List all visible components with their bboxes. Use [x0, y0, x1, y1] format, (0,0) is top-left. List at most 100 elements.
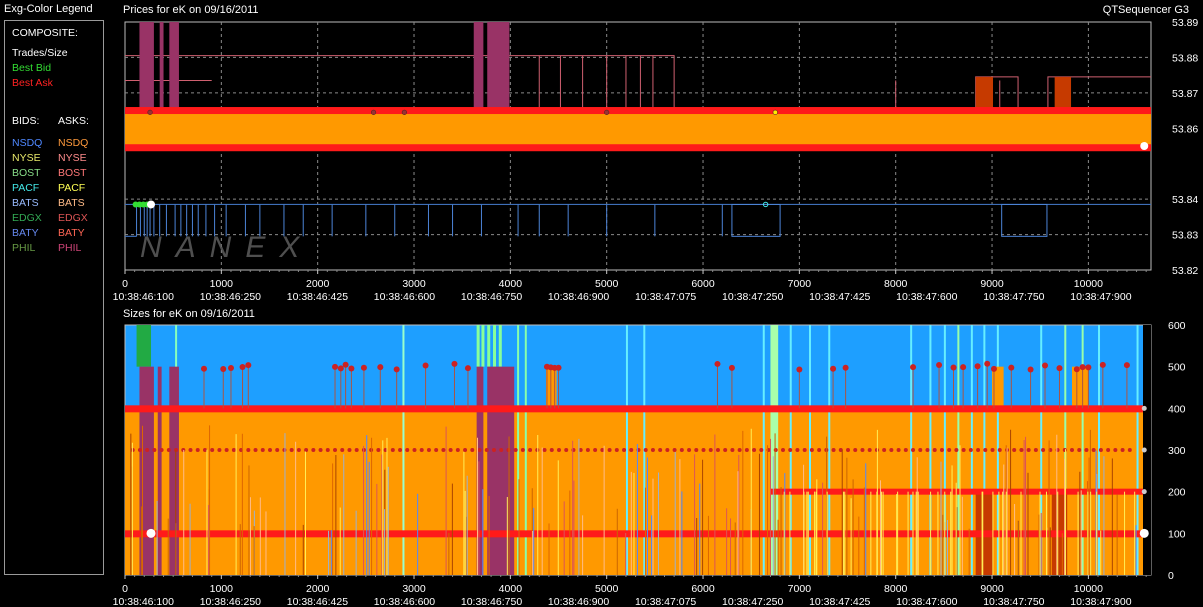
size-time-label: 10:38:46:600 — [374, 596, 435, 607]
size-dot — [831, 448, 836, 452]
lollipop-head — [360, 364, 367, 371]
size-dot — [217, 448, 222, 452]
size-dot — [455, 448, 460, 452]
size-dot — [903, 448, 908, 452]
size-dot — [672, 448, 677, 452]
size-y-tick-label: 0 — [1168, 570, 1174, 582]
price-time-label: 10:38:46:425 — [287, 291, 348, 303]
lollipop-head — [332, 363, 339, 370]
lollipop-head — [728, 364, 735, 371]
size-dot — [650, 448, 655, 452]
price-y-tick-label: 53.84 — [1172, 194, 1198, 206]
trade-size-bar — [157, 366, 162, 575]
size-dot — [976, 448, 981, 452]
size-dot — [658, 448, 663, 452]
size-dot — [809, 448, 814, 452]
size-vertical-line — [625, 325, 628, 575]
size-dot — [152, 448, 157, 452]
size-dot — [889, 448, 894, 452]
size-dot — [557, 448, 562, 452]
size-dot — [1055, 448, 1060, 452]
size-dot — [968, 448, 973, 452]
bid-size-bar — [136, 325, 152, 367]
size-dot — [195, 448, 200, 452]
lollipop-head — [974, 363, 981, 370]
lollipop-head — [464, 365, 471, 372]
size-dot — [398, 448, 403, 452]
lollipop-head — [227, 365, 234, 372]
lollipop-head — [714, 360, 721, 367]
lollipop-head — [377, 364, 384, 371]
size-y-tick-label: 600 — [1168, 320, 1186, 332]
size-x-tick-label: 0 — [122, 583, 128, 595]
price-x-tick-label: 6000 — [691, 278, 715, 290]
size-dot — [622, 448, 627, 452]
size-dot — [289, 448, 294, 452]
lollipop-head — [1073, 366, 1080, 373]
size-dot — [333, 448, 338, 452]
price-y-tick-label: 53.82 — [1172, 265, 1198, 277]
size-dot — [607, 448, 612, 452]
size-dot — [708, 448, 713, 452]
trade-dot — [1141, 447, 1147, 453]
size-x-tick-label: 1000 — [210, 583, 234, 595]
size-dot — [1084, 448, 1089, 452]
trade-dot — [147, 200, 156, 209]
size-time-label: 10:38:46:750 — [461, 596, 522, 607]
size-dot — [954, 448, 959, 452]
size-dot — [137, 448, 142, 452]
size-dot — [520, 448, 525, 452]
size-dot — [499, 448, 504, 452]
bid-size-bar — [493, 325, 497, 367]
lollipop-head — [960, 364, 967, 371]
ask-quote-marker — [370, 109, 377, 115]
size-time-label: 10:38:47:250 — [722, 596, 783, 607]
trade-size-bar — [169, 366, 179, 575]
size-dot — [405, 448, 410, 452]
size-dot — [188, 448, 193, 452]
size-dot — [593, 448, 598, 452]
price-time-label: 10:38:46:250 — [200, 291, 261, 303]
price-x-tick-label: 0 — [122, 278, 128, 290]
size-vertical-line — [1081, 325, 1084, 575]
size-dot — [304, 448, 309, 452]
size-dot — [788, 448, 793, 452]
trade-dot — [1141, 405, 1147, 411]
spread-band — [125, 108, 1151, 146]
size-dot — [1070, 448, 1075, 452]
ask-quote-marker — [772, 109, 778, 115]
price-time-label: 10:38:47:750 — [983, 291, 1044, 303]
lollipop-head — [422, 362, 429, 369]
size-dot — [1106, 448, 1111, 452]
size-dot — [752, 448, 757, 452]
size-dot — [448, 448, 453, 452]
price-time-label: 10:38:46:600 — [374, 291, 435, 303]
size-dot — [853, 448, 858, 452]
trade-bar — [169, 22, 179, 109]
size-dot — [260, 448, 265, 452]
size-dot — [780, 448, 785, 452]
size-dot — [925, 448, 930, 452]
size-dot — [961, 448, 966, 452]
size-dot — [202, 448, 207, 452]
size-dot — [723, 448, 728, 452]
size-dot — [846, 448, 851, 452]
bid-size-bar — [498, 325, 502, 367]
trade-bar — [487, 22, 510, 109]
size-dot — [1062, 448, 1067, 452]
best-bid-line — [125, 144, 1151, 152]
lollipop-head — [1085, 364, 1092, 371]
size-x-tick-label: 7000 — [788, 583, 812, 595]
size-dot — [817, 448, 822, 452]
size-dot — [701, 448, 706, 452]
lollipop-head — [1042, 362, 1049, 369]
size-dot — [939, 448, 944, 452]
size-dot — [1120, 448, 1125, 452]
size-dot — [1033, 448, 1038, 452]
size-dot — [1098, 448, 1103, 452]
size-dot — [997, 448, 1002, 452]
size-x-tick-label: 2000 — [306, 583, 330, 595]
size-dot — [665, 448, 670, 452]
price-x-tick-label: 2000 — [306, 278, 330, 290]
lollipop-head — [1027, 366, 1034, 373]
